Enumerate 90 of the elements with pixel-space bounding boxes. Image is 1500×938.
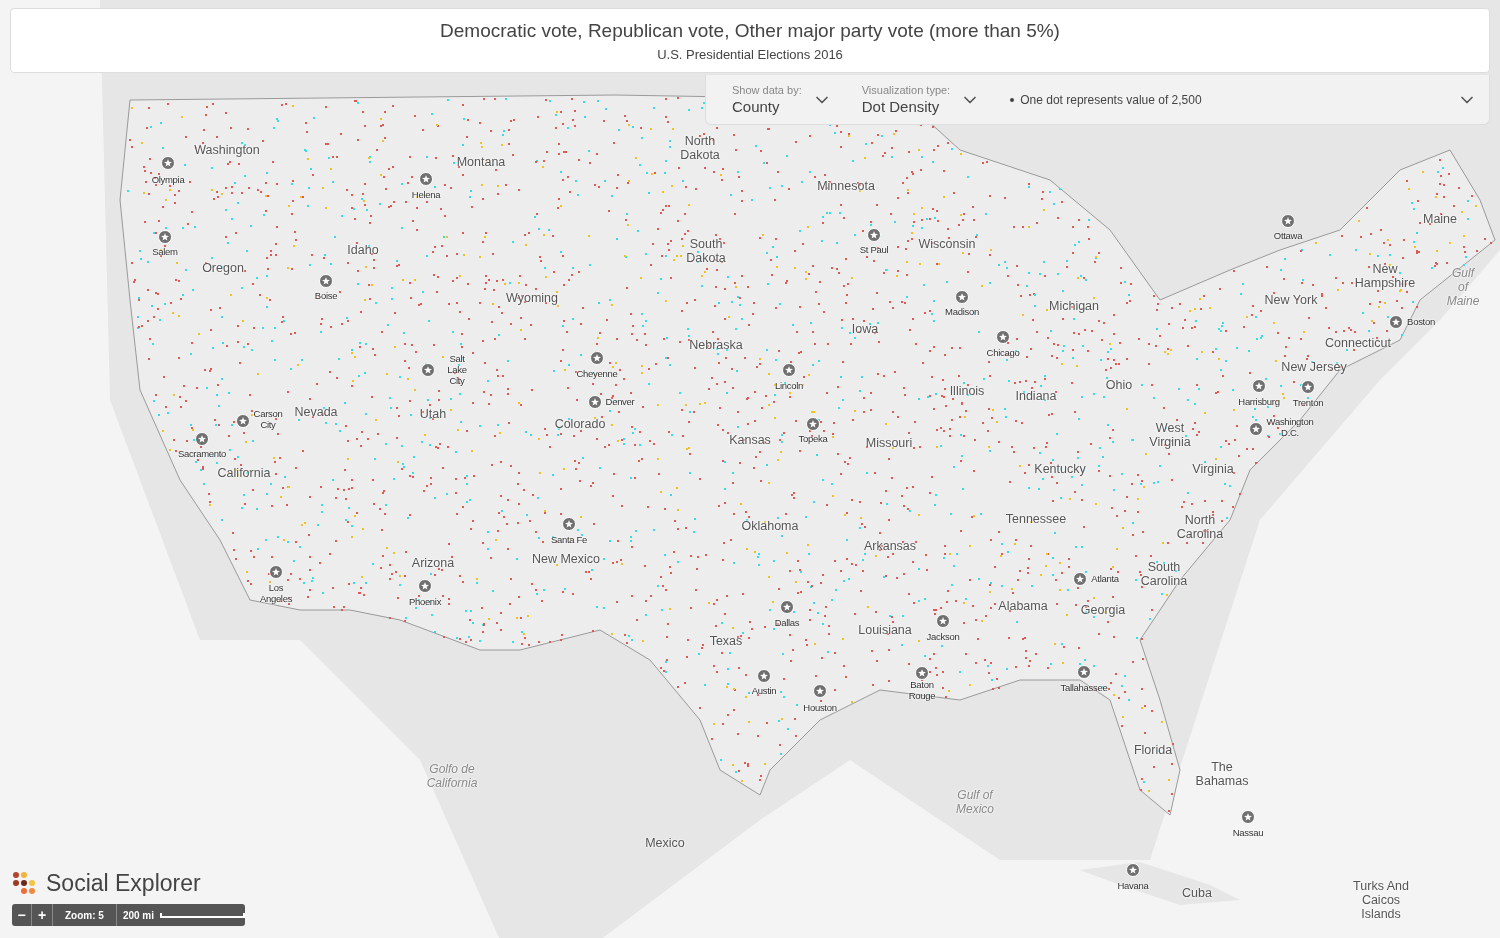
- city-label: Atlanta: [1091, 572, 1119, 584]
- map-subtitle: U.S. Presidential Elections 2016: [657, 46, 843, 64]
- city-label: Nassau: [1232, 826, 1264, 838]
- city-label: Havana: [1117, 879, 1149, 891]
- state-label: Iowa: [851, 322, 879, 336]
- state-label: Wyoming: [506, 291, 558, 305]
- water-label: Gulf of Mexico: [956, 788, 994, 816]
- state-label: Texas: [709, 634, 743, 648]
- state-label: New Hampshire: [1354, 262, 1416, 290]
- state-label: Connecticut: [1325, 336, 1391, 350]
- state-label: California: [217, 466, 271, 480]
- city-label: Ottawa: [1273, 229, 1303, 241]
- state-label: South Dakota: [686, 237, 726, 265]
- state-label: West Virginia: [1149, 421, 1191, 449]
- state-label: Louisiana: [858, 623, 912, 637]
- state-label: Utah: [419, 407, 447, 421]
- city-label: Baton Rouge: [908, 679, 936, 701]
- city-label: Cheyenne: [576, 367, 618, 379]
- state-label: Virginia: [1192, 462, 1234, 476]
- zoom-level: Zoom: 5: [53, 904, 117, 926]
- state-label: Turks And Caicos Islands: [1352, 879, 1410, 921]
- city-label: Olympia: [151, 173, 185, 185]
- city-label: Harrisburg: [1238, 395, 1280, 407]
- city-label: Carson City: [253, 408, 283, 430]
- state-label: North Dakota: [680, 134, 720, 162]
- state-label: Arizona: [411, 556, 455, 570]
- state-label: Kansas: [729, 433, 771, 447]
- state-label: Cuba: [1182, 886, 1212, 900]
- show-data-by-dropdown[interactable]: Show data by: County: [732, 82, 832, 117]
- state-label: New Mexico: [531, 552, 601, 566]
- city-label: Austin: [751, 684, 777, 696]
- city-label: St Paul: [859, 243, 889, 255]
- logo-icon: [12, 871, 38, 895]
- city-label: Salem: [152, 245, 178, 257]
- state-label: Arkansas: [863, 539, 917, 553]
- state-label: Nebraska: [689, 338, 743, 352]
- state-label: Washington: [194, 143, 260, 157]
- city-label: Washington D.C.: [1266, 416, 1314, 438]
- state-label: Michigan: [1049, 299, 1099, 313]
- state-label: Florida: [1133, 743, 1173, 757]
- brand-name: Social Explorer: [46, 870, 201, 896]
- water-label: Golfo de California: [426, 762, 478, 790]
- city-label: Tallahassee: [1060, 681, 1108, 693]
- water-label: Gulf of Maine: [1446, 266, 1480, 308]
- zoom-out-button[interactable]: −: [12, 904, 32, 926]
- visualization-type-dropdown[interactable]: Visualization type: Dot Density: [861, 82, 981, 117]
- city-label: Sacramento: [177, 447, 227, 459]
- city-label: Trenton: [1292, 396, 1324, 408]
- city-label: Madison: [945, 305, 979, 317]
- state-label: Montana: [456, 155, 506, 169]
- state-label: Illinois: [949, 384, 985, 398]
- city-label: Chicago: [986, 346, 1020, 358]
- city-label: Phoenix: [408, 595, 442, 607]
- state-label: Minnesota: [817, 179, 875, 193]
- city-label: Jackson: [926, 630, 960, 642]
- city-label: Lincoln: [775, 379, 803, 391]
- scale-label: 200 mi: [121, 908, 156, 923]
- state-label: Wisconsin: [918, 237, 976, 251]
- state-label: Tennessee: [1005, 512, 1067, 526]
- city-label: Dallas: [774, 616, 800, 628]
- city-label: Salt Lake City: [447, 352, 467, 386]
- state-label: Idaho: [347, 243, 379, 257]
- state-label: Alabama: [998, 599, 1048, 613]
- state-label: Oklahoma: [741, 519, 799, 533]
- state-label: The Bahamas: [1195, 760, 1249, 788]
- city-label: Topeka: [798, 432, 828, 444]
- state-label: New Jersey: [1281, 360, 1347, 374]
- map-title: Democratic vote, Republican vote, Other major party vote (more than 5%): [440, 18, 1060, 43]
- city-label: Santa Fe: [550, 533, 588, 545]
- state-label: Colorado: [554, 417, 606, 431]
- city-label: Boston: [1407, 315, 1435, 327]
- zoom-in-button[interactable]: +: [32, 904, 53, 926]
- state-label: Missouri: [865, 436, 913, 450]
- city-label: Boise: [314, 289, 338, 301]
- legend-text: One dot represents value of 2,500: [1020, 91, 1202, 109]
- city-label: Helena: [411, 188, 441, 200]
- state-label: Nevada: [294, 405, 338, 419]
- state-label: South Carolina: [1140, 560, 1188, 588]
- city-label: Los Angeles: [259, 582, 293, 604]
- state-label: Indiana: [1015, 389, 1057, 403]
- state-label: Mexico: [645, 836, 685, 850]
- state-label: New York: [1264, 293, 1318, 307]
- state-label: Ohio: [1105, 378, 1133, 392]
- state-label: Oregon: [202, 261, 244, 275]
- city-label: Houston: [803, 701, 837, 713]
- state-label: North Carolina: [1176, 513, 1224, 541]
- state-label: Maine: [1423, 212, 1457, 226]
- city-label: Denver: [605, 395, 635, 407]
- state-label: Georgia: [1080, 603, 1126, 617]
- state-label: Kentucky: [1034, 462, 1086, 476]
